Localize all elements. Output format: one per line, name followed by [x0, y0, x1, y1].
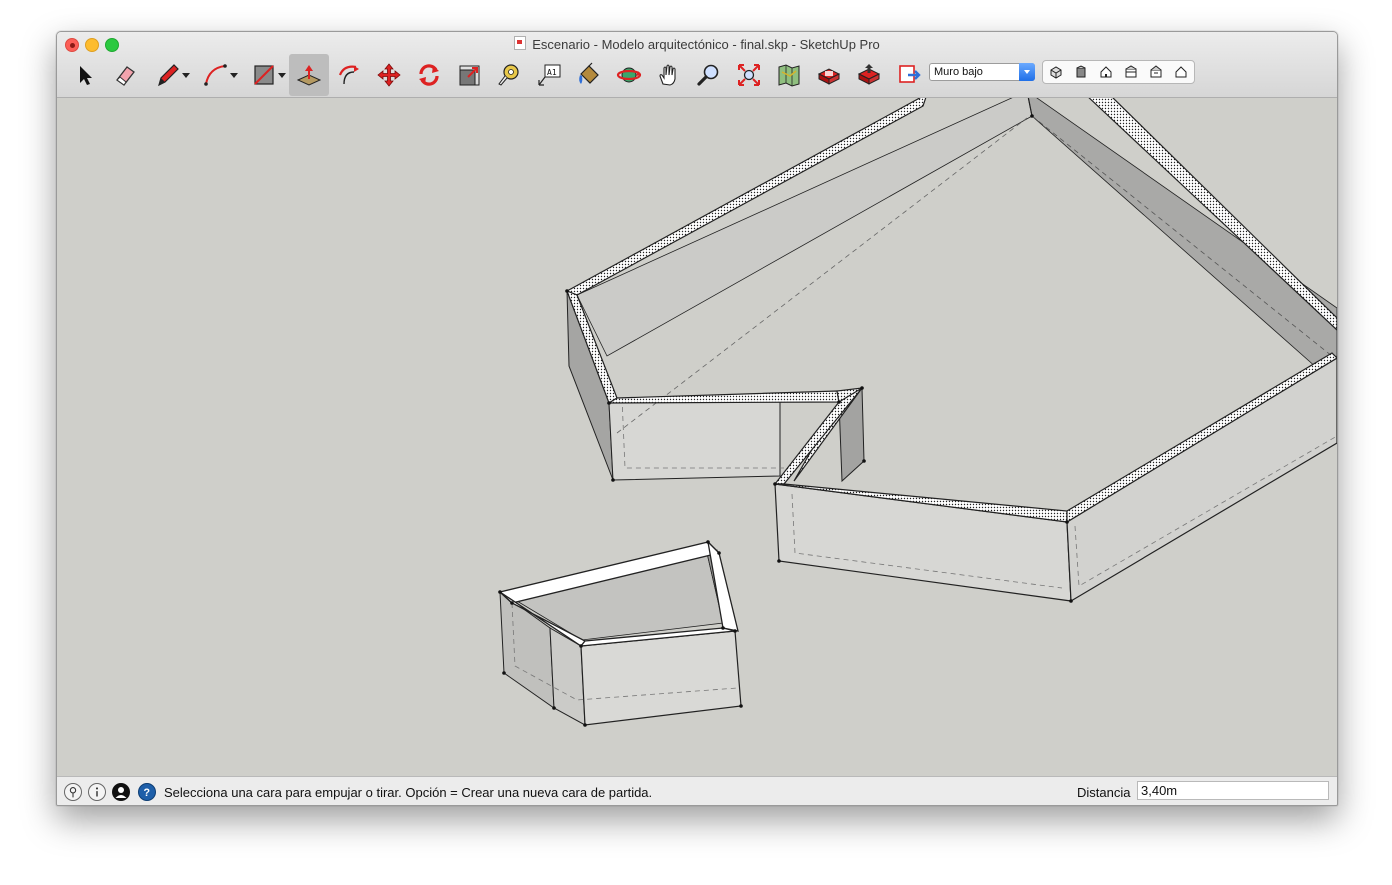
- select-tool-button[interactable]: [65, 54, 105, 96]
- zoom-extents-tool-button[interactable]: [729, 54, 769, 96]
- add-location-tool-button[interactable]: [769, 54, 809, 96]
- arc-tool-button[interactable]: [193, 54, 239, 96]
- tape-measure-icon: [498, 64, 519, 86]
- window-title-area: Escenario - Modelo arquitectónico - fina…: [57, 36, 1337, 52]
- modeling-viewport[interactable]: [57, 98, 1337, 776]
- geo-location-icon: [778, 64, 800, 87]
- title-bar: Escenario - Modelo arquitectónico - fina…: [57, 32, 1337, 98]
- measurements-input[interactable]: 3,40m: [1137, 781, 1329, 800]
- extension-warehouse-icon: [899, 65, 921, 83]
- credits-status-button[interactable]: [88, 783, 106, 801]
- views-toolbar: [1042, 60, 1195, 84]
- status-message: Selecciona una cara para empujar o tirar…: [164, 785, 653, 800]
- help-icon: ?: [143, 787, 150, 799]
- eraser-icon: [116, 66, 135, 86]
- layer-select[interactable]: Muro bajo: [929, 63, 1035, 81]
- rotate-tool-button[interactable]: [409, 54, 449, 96]
- rotate-icon: [419, 64, 439, 86]
- share-model-icon: [857, 64, 881, 85]
- 3d-warehouse-icon: [817, 68, 841, 85]
- user-account-status-button[interactable]: [112, 783, 130, 801]
- arc-icon: [204, 64, 227, 86]
- instructor-help-button[interactable]: ?: [138, 783, 156, 801]
- scale-tool-button[interactable]: [449, 54, 489, 96]
- pencil-icon: [158, 64, 179, 87]
- status-bar: ? Selecciona una cara para empujar o tir…: [57, 776, 1337, 805]
- user-icon: [115, 787, 127, 798]
- info-icon: [95, 787, 99, 797]
- iso-view-icon: [1050, 66, 1062, 79]
- chevron-down-icon[interactable]: [182, 73, 190, 78]
- zoom-extents-icon: [738, 64, 760, 86]
- push-pull-icon: [296, 65, 322, 86]
- layer-select-value: Muro bajo: [934, 66, 983, 78]
- chevron-down-icon[interactable]: [230, 73, 238, 78]
- left-view-icon: [1175, 66, 1187, 78]
- shapes-tool-button[interactable]: [241, 54, 287, 96]
- extension-warehouse-tool-button[interactable]: [889, 54, 929, 96]
- svg-text:?: ?: [143, 787, 150, 799]
- document-icon: [514, 36, 527, 50]
- zoom-icon: [697, 64, 719, 86]
- chevron-down-icon[interactable]: [1019, 63, 1035, 81]
- top-view-icon: [1076, 65, 1086, 78]
- paint-bucket-icon: [579, 62, 599, 84]
- tape-measure-tool-button[interactable]: [489, 54, 529, 96]
- small-wall-group[interactable]: [498, 540, 743, 727]
- paint-bucket-tool-button[interactable]: [569, 54, 609, 96]
- orbit-tool-button[interactable]: [609, 54, 649, 96]
- left-view-button[interactable]: [1169, 63, 1193, 81]
- text-tool-button[interactable]: A1: [529, 54, 569, 96]
- text-icon: A1: [538, 64, 561, 86]
- share-model-tool-button[interactable]: [849, 54, 889, 96]
- scale-icon: [459, 65, 480, 86]
- back-view-button[interactable]: [1144, 63, 1168, 81]
- model-scene[interactable]: [57, 98, 1337, 776]
- offset-tool-button[interactable]: [329, 54, 369, 96]
- sketchup-window: Escenario - Modelo arquitectónico - fina…: [56, 31, 1338, 806]
- window-title: Escenario - Modelo arquitectónico - fina…: [532, 37, 880, 52]
- move-icon: [377, 63, 401, 87]
- select-arrow-icon: [80, 66, 92, 85]
- pan-hand-icon: [659, 64, 676, 86]
- zoom-tool-button[interactable]: [689, 54, 729, 96]
- move-tool-button[interactable]: [369, 54, 409, 96]
- orbit-icon: [616, 67, 642, 83]
- geo-location-status-button[interactable]: [64, 783, 82, 801]
- back-view-icon: [1150, 65, 1162, 78]
- pan-tool-button[interactable]: [649, 54, 689, 96]
- measurements-label: Distancia: [1077, 785, 1131, 800]
- front-view-button[interactable]: [1094, 63, 1118, 81]
- large-wall-group[interactable]: [565, 98, 1337, 603]
- pencil-tool-button[interactable]: [145, 54, 191, 96]
- map-pin-icon: [69, 787, 77, 798]
- main-toolbar: A1 Muro bajo: [65, 54, 1335, 96]
- iso-view-button[interactable]: [1044, 63, 1068, 81]
- front-view-icon: [1100, 66, 1112, 78]
- offset-icon: [338, 65, 359, 85]
- right-view-button[interactable]: [1119, 63, 1143, 81]
- rectangle-icon: [254, 65, 274, 85]
- svg-text:A1: A1: [547, 68, 557, 77]
- top-view-button[interactable]: [1069, 63, 1093, 81]
- 3d-warehouse-tool-button[interactable]: [809, 54, 849, 96]
- chevron-down-icon[interactable]: [278, 73, 286, 78]
- eraser-tool-button[interactable]: [105, 54, 145, 96]
- push-pull-tool-button[interactable]: [289, 54, 329, 96]
- right-view-icon: [1125, 65, 1137, 78]
